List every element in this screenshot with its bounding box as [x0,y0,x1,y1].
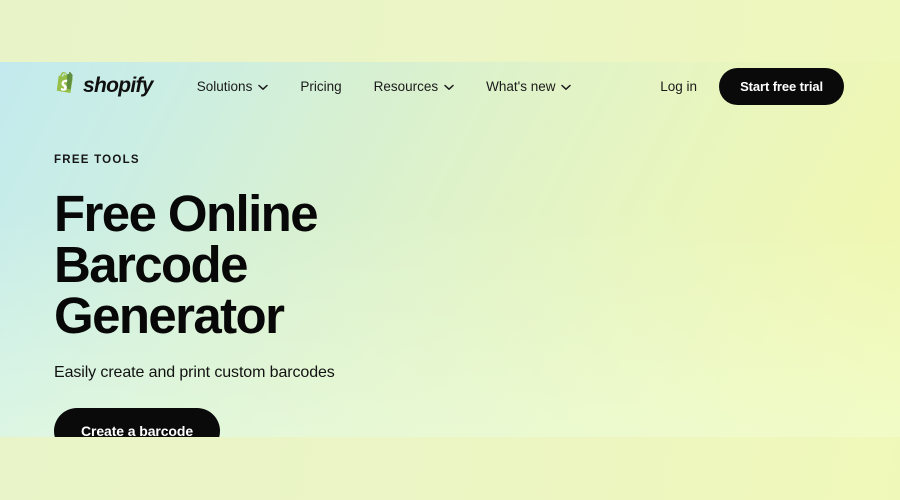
eyebrow-label: FREE TOOLS [54,154,140,166]
nav-links: Solutions Pricing Resources What's new [181,73,588,100]
nav-item-label: Pricing [300,78,342,94]
login-link[interactable]: Log in [652,73,705,100]
create-a-barcode-button[interactable]: Create a barcode [54,408,221,437]
nav-item-solutions[interactable]: Solutions [181,73,285,100]
shopify-bag-icon [56,70,76,100]
nav-item-whats-new[interactable]: What's new [470,73,587,100]
nav-item-resources[interactable]: Resources [358,73,471,100]
chevron-down-icon [258,79,269,94]
hero-content: FREE TOOLS Free Online Barcode Generator… [54,154,654,437]
hero-subtitle: Easily create and print custom barcodes [54,364,335,381]
nav-actions: Log in Start free trial [652,67,844,105]
hero-section: shopify Solutions Pricing Resources What… [0,62,900,437]
main-navigation: shopify Solutions Pricing Resources What… [0,62,900,110]
chevron-down-icon [444,79,454,94]
page-title: Free Online Barcode Generator [54,185,319,344]
page-root: shopify Solutions Pricing Resources What… [0,0,900,500]
chevron-down-icon [561,79,572,94]
nav-item-label: Resources [373,78,439,94]
shopify-logo-link[interactable]: shopify [56,70,153,100]
shopify-wordmark: shopify [83,74,153,97]
nav-item-label: What's new [486,78,556,94]
start-free-trial-button[interactable]: Start free trial [719,67,844,105]
nav-item-label: Solutions [196,78,253,94]
nav-item-pricing[interactable]: Pricing [284,73,357,100]
